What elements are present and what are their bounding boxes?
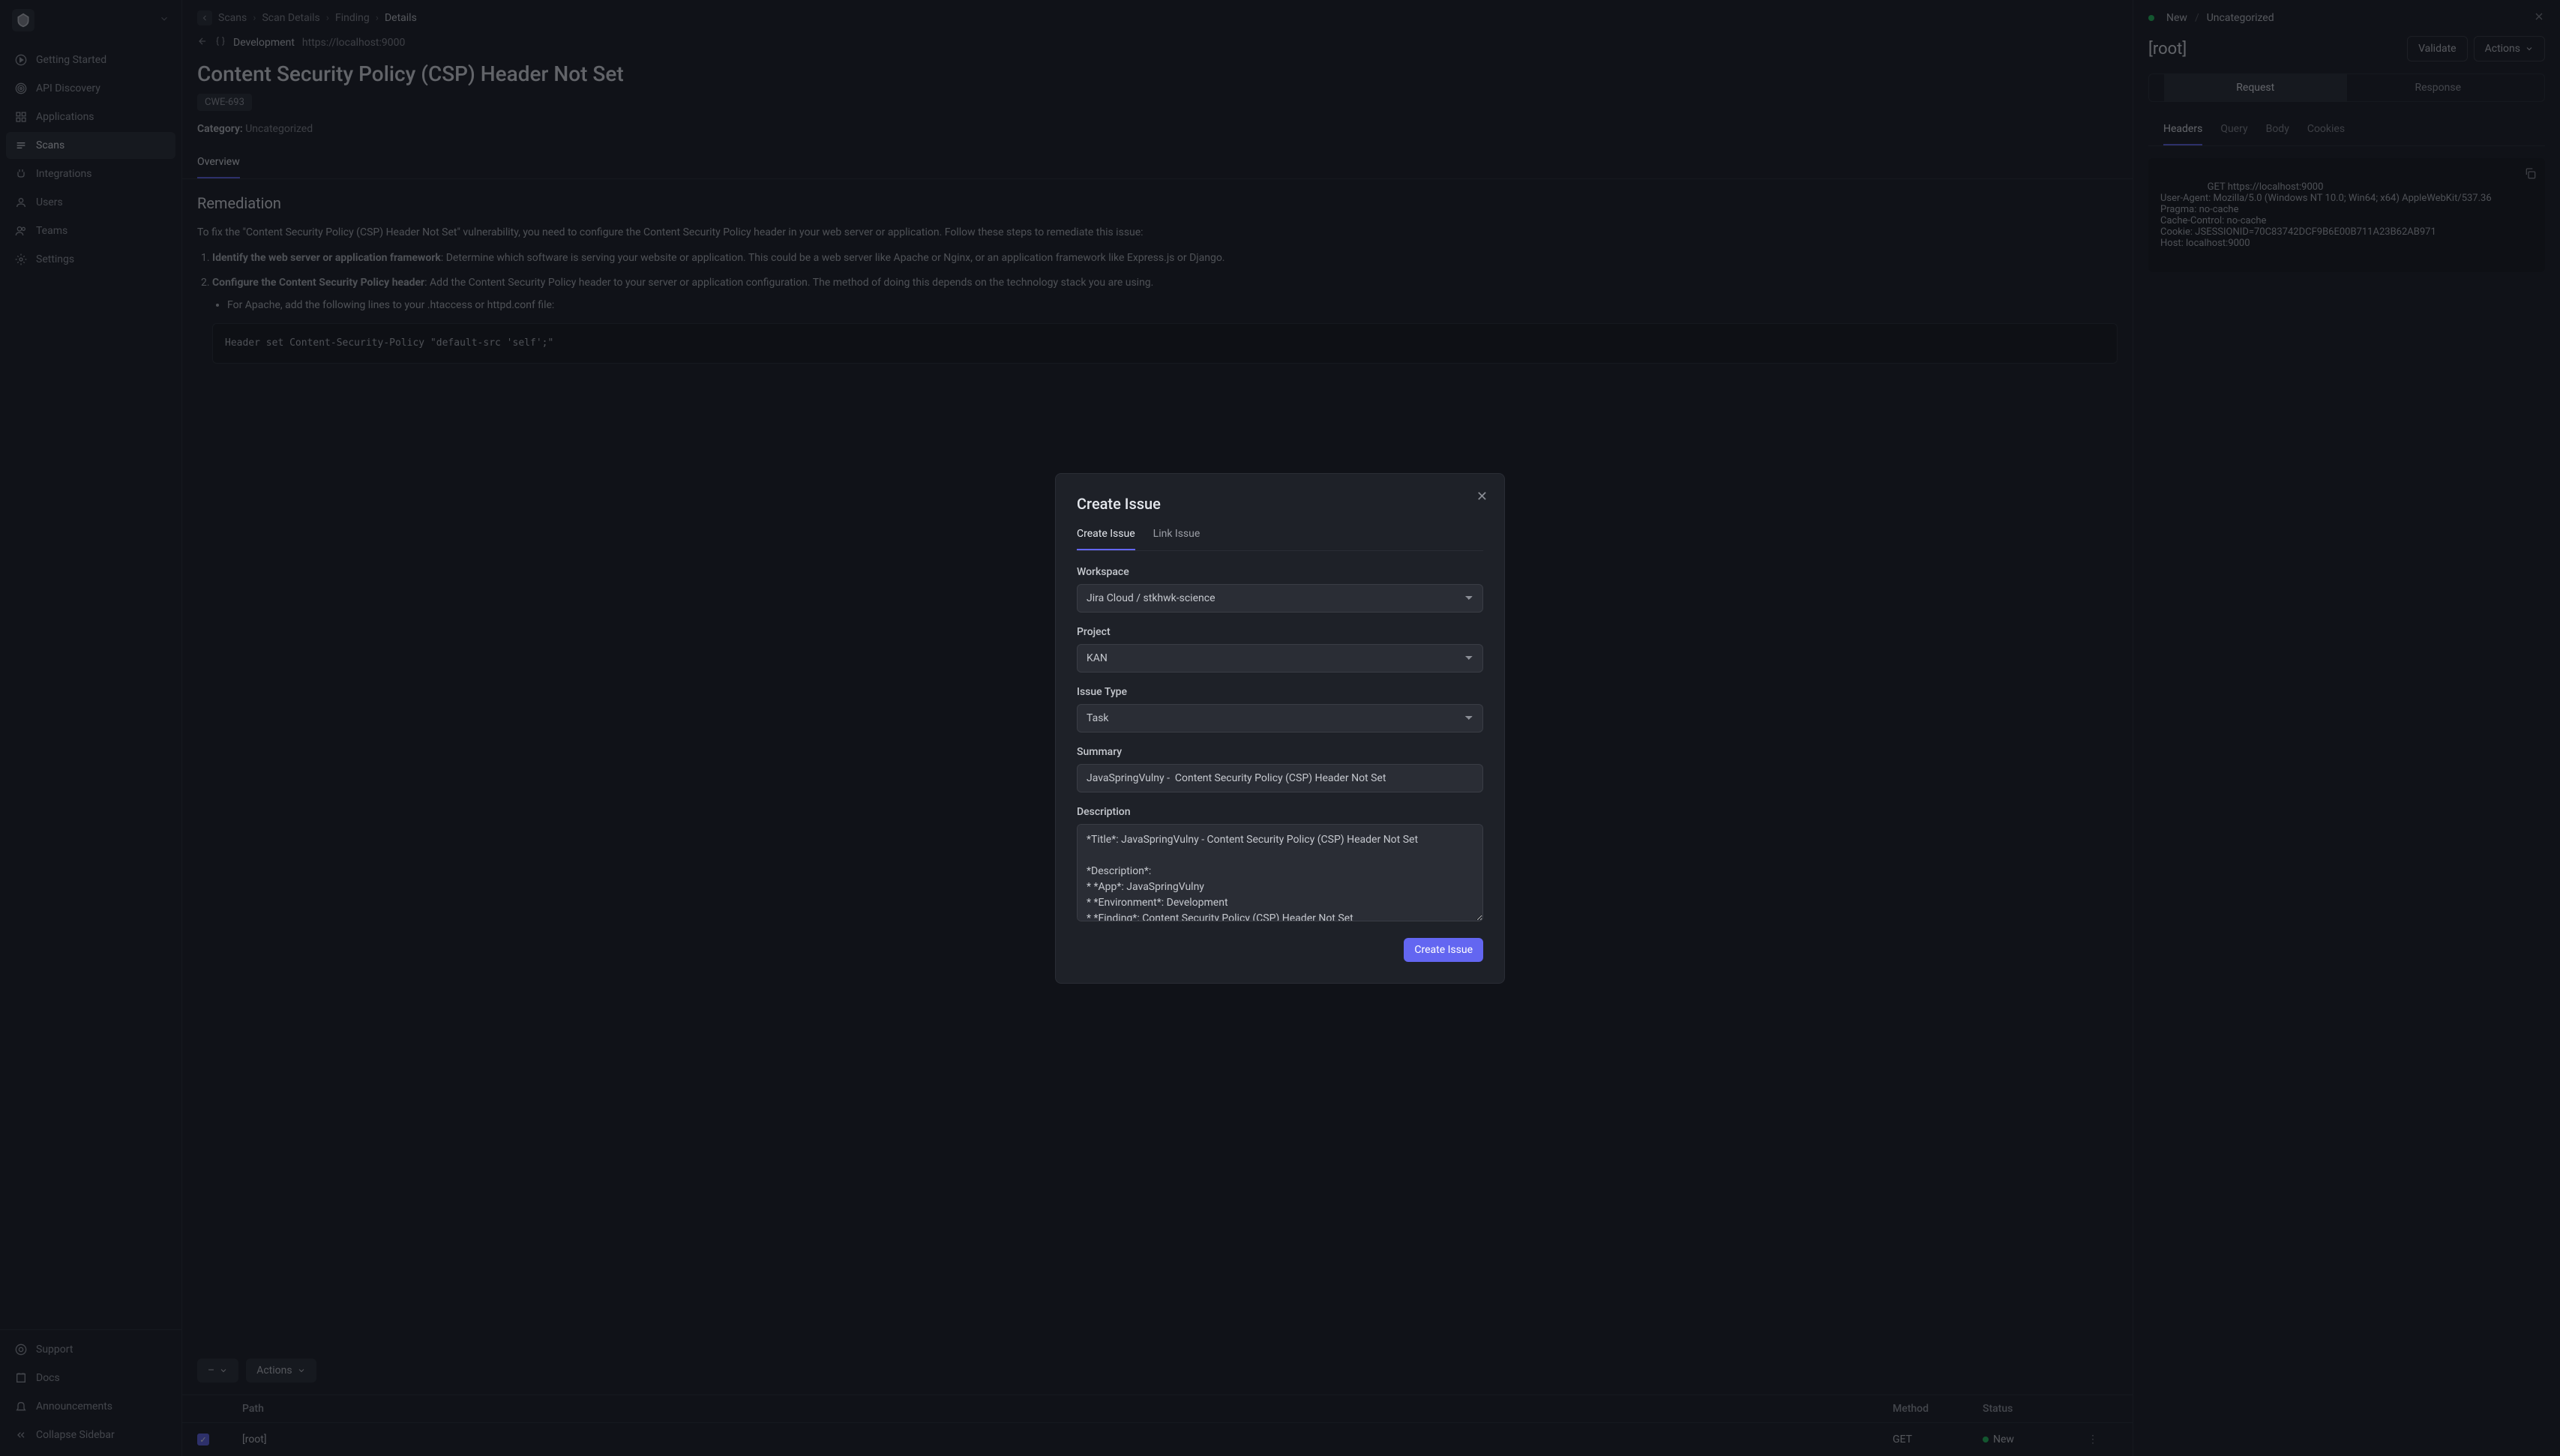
project-label: Project	[1077, 626, 1483, 638]
workspace-label: Workspace	[1077, 566, 1483, 578]
modal-tab-link[interactable]: Link Issue	[1153, 528, 1201, 550]
project-select[interactable]: KAN	[1077, 644, 1483, 673]
summary-label: Summary	[1077, 746, 1483, 758]
modal-title: Create Issue	[1077, 495, 1483, 513]
modal-overlay: ✕ Create Issue Create Issue Link Issue W…	[0, 0, 2560, 1456]
create-issue-modal: ✕ Create Issue Create Issue Link Issue W…	[1055, 473, 1505, 984]
create-issue-button[interactable]: Create Issue	[1404, 938, 1483, 962]
summary-input[interactable]	[1077, 764, 1483, 792]
workspace-select[interactable]: Jira Cloud / stkhwk-science	[1077, 584, 1483, 613]
issuetype-label: Issue Type	[1077, 686, 1483, 698]
modal-tab-create[interactable]: Create Issue	[1077, 528, 1135, 550]
description-label: Description	[1077, 806, 1483, 818]
description-textarea[interactable]	[1077, 824, 1483, 921]
modal-close-icon[interactable]: ✕	[1476, 489, 1488, 505]
issuetype-select[interactable]: Task	[1077, 704, 1483, 732]
